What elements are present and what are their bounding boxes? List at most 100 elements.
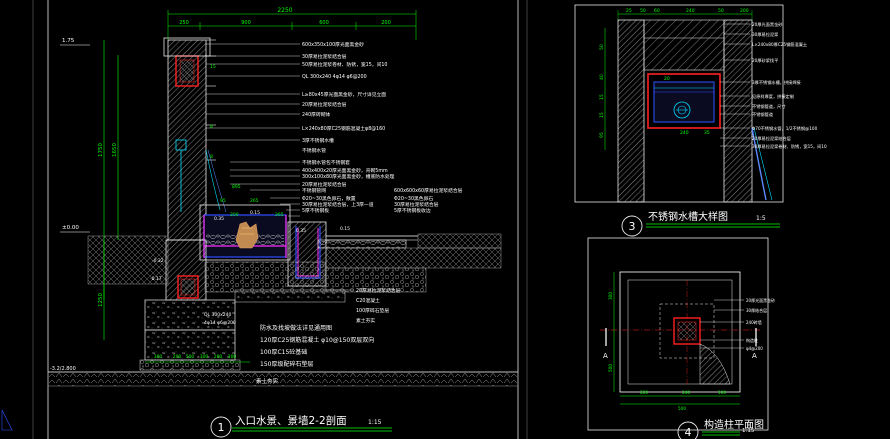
d3-note-8: 不锈钢管道 xyxy=(752,111,774,118)
dim-label-5: 200 xyxy=(230,212,239,218)
drawing4-number: 4 xyxy=(685,426,692,439)
dim-label-1: 895 xyxy=(232,184,241,190)
note-12: 400x400x20厚光面黑金砂，背砌5mm xyxy=(302,167,388,174)
d4-dim-bottom-2: 240 xyxy=(682,390,690,395)
elev-top: 1.75 xyxy=(62,38,75,44)
side-dim-1: 15 xyxy=(210,64,216,70)
d4-dim-bottom-1: 200 xyxy=(640,390,648,395)
d3-top-dim-5: 50 xyxy=(718,8,724,14)
note-mid-2: Φ20~30黑色卵石 xyxy=(394,195,433,202)
drawing3-number: 3 xyxy=(629,220,636,233)
d3-note-7: 不锈钢管道，尺寸 xyxy=(752,103,786,110)
side-dim-3: 8 xyxy=(210,154,213,160)
note-low-1: 20厚易拉泥浆结合层 xyxy=(356,287,401,294)
note-4: QL 300x240 4φ14 φ6@200 xyxy=(302,74,367,80)
bottom-dim-6: 300 xyxy=(228,354,237,360)
d3-inner-dim-3: 35 xyxy=(704,130,710,136)
d4-note-1: 20厚光面黑金砂 xyxy=(746,297,775,303)
elev-a: -0.32 xyxy=(152,258,164,264)
foundation-note-2: 120厚C25钢筋混凝土 φ10@150双层双向 xyxy=(260,336,374,344)
d3-side-dim-1: 50 xyxy=(599,44,605,50)
d3-note-3: L×240x80厚C25钢筋混凝土 xyxy=(752,41,807,48)
note-low-2: C20混凝土 xyxy=(356,297,380,304)
drawing1-title: 入口水景、景墙2-2剖面 xyxy=(235,414,347,427)
d4-note-4: 构造柱 xyxy=(746,337,758,343)
note-7: 240厚砖砌体 xyxy=(302,111,331,118)
drawing3-title: 不锈钢水槽大样图 xyxy=(648,210,728,223)
left-dim-1: 1750 xyxy=(98,143,104,157)
note-low-4: 素土夯实 xyxy=(356,317,375,324)
d3-top-dim-1: 25 xyxy=(626,8,632,14)
foundation-note-4: 150厚级配碎石垫层 xyxy=(260,360,313,368)
elev-b: -0.17 xyxy=(150,276,162,282)
drawing1-number: 1 xyxy=(218,421,225,434)
d4-dim-left-2: 500 xyxy=(608,364,613,372)
elev-c: 0.35 xyxy=(214,216,224,222)
d3-side-dim-2: 40 xyxy=(599,74,605,80)
foundation-note-1: 防水及找坡做法详见通用图 xyxy=(260,324,332,332)
top-dim-total: 2250 xyxy=(277,7,292,14)
section-mark-left: A xyxy=(603,352,608,360)
d3-note-2: 30厚易拉泥浆 xyxy=(752,31,779,38)
d3-top-dim-3: 60 xyxy=(654,8,660,14)
top-dim-4: 200 xyxy=(381,20,391,26)
d3-inner-dim-1: 20 xyxy=(664,76,670,82)
note-mid-3: 30厚易拉泥浆结合层 xyxy=(394,201,439,208)
drawing4-scale: 1:15 xyxy=(742,428,755,434)
top-dim-2: 900 xyxy=(241,20,251,26)
bottom-elev: -3.2/2.800 xyxy=(50,366,76,372)
foundation-note-3: 100厚C15砼基础 xyxy=(260,348,307,356)
bottom-dim-1: 300 xyxy=(154,354,163,360)
d4-dim-bottom-4: 500 xyxy=(678,406,686,411)
note-mid-1: 600x600x60厚易拉泥浆结合层 xyxy=(394,187,463,194)
elev-d: 0.15 xyxy=(250,210,260,216)
d3-side-dim-3: 15 xyxy=(599,94,605,100)
d4-dim-left-1: 300 xyxy=(608,292,613,300)
d3-top-dim-6: 200 xyxy=(740,8,749,14)
ucs-icon xyxy=(1,409,13,431)
top-dim-3: 600 xyxy=(319,20,329,26)
note-17: 30厚易拉泥浆结合层，上3厚一道 xyxy=(302,201,374,208)
note-14: 20厚易拉泥浆结合层 xyxy=(302,181,347,188)
top-dim-1: 250 xyxy=(179,20,189,26)
bottom-dim-4: 300 xyxy=(200,354,209,360)
note-11: 不锈钢水管包不锈钢套 xyxy=(302,159,350,166)
d3-note-10: 20厚易拉泥浆结合层 xyxy=(752,135,791,142)
d3-note-5: 3厚不锈钢水槽，拼接焊接 xyxy=(752,79,802,86)
d3-inner-dim-2: 240 xyxy=(680,130,689,136)
dim-label-4: 265 xyxy=(275,212,284,218)
dim-label-2: 95 xyxy=(220,198,226,204)
d3-side-dim-4: 15 xyxy=(599,112,605,118)
d4-note-5: φ4@200 xyxy=(746,346,763,351)
dim-label-3: 265 xyxy=(250,198,259,204)
elev-e: 0.35 xyxy=(296,228,306,234)
ground-label: 素土夯实 xyxy=(256,377,279,385)
drawing1-notes-mid: 600x600x60厚易拉泥浆结合层 Φ20~30黑色卵石 30厚易拉泥浆结合层… xyxy=(394,187,463,214)
note-6: 20厚易拉泥浆结合层 xyxy=(302,101,347,108)
d3-note-1: 20厚光面黑金砂 xyxy=(752,21,782,28)
drawing1-foundation-notes: 防水及找坡做法详见通用图 120厚C25钢筋混凝土 φ10@150双层双向 10… xyxy=(260,324,374,368)
bottom-dim-5: 200 xyxy=(214,354,223,360)
drawing4-title: 构造柱平面图 xyxy=(704,418,764,431)
note-8: L×240x80厚C25钢筋混凝土φ8@160 xyxy=(302,125,385,132)
d3-note-11: 30厚易拉泥浆卷材、防锈，宽15，间10 xyxy=(752,143,827,150)
note-9: 3厚不锈钢水槽 xyxy=(302,137,334,144)
drawing1-notes: 600x350x100厚光面黑金砂 30厚易拉泥浆结合层 50厚易拉泥浆卷材、防… xyxy=(302,41,395,214)
d3-note-4: 20厚砂浆找平 xyxy=(752,57,778,64)
note-15: 不锈钢管网 xyxy=(302,187,326,194)
d4-note-2: 30厚结合层 xyxy=(746,307,767,313)
note-2: 30厚易拉泥浆结合层 xyxy=(302,53,347,60)
d4-dim-bottom-3: 100 xyxy=(718,390,726,395)
drawing4-plan: A A 200 240 100 500 300 500 20厚光面黑金砂 30厚… xyxy=(600,271,775,439)
note-18: 5厚不锈钢板 xyxy=(302,207,329,214)
cad-drawing-canvas: 2250 250 900 600 200 1750 1650 1250 1.75… xyxy=(1,0,827,439)
d3-top-dim-4: 240 xyxy=(686,8,695,14)
note-16: Φ20~30黑色卵石，散置 xyxy=(302,195,356,202)
note-1: 600x350x100厚光面黑金砂 xyxy=(302,41,364,48)
bottom-dim-2: 200 xyxy=(173,354,182,360)
d3-note-9: Φ70不锈钢水管，1/2不锈钢@100 xyxy=(752,125,818,132)
left-dim-2: 1650 xyxy=(112,143,118,157)
elev-f: 0.15 xyxy=(340,226,350,232)
d3-side-dim-5: 95 xyxy=(599,132,605,138)
note-mid-4: 5厚不锈钢板收边 xyxy=(394,207,431,214)
